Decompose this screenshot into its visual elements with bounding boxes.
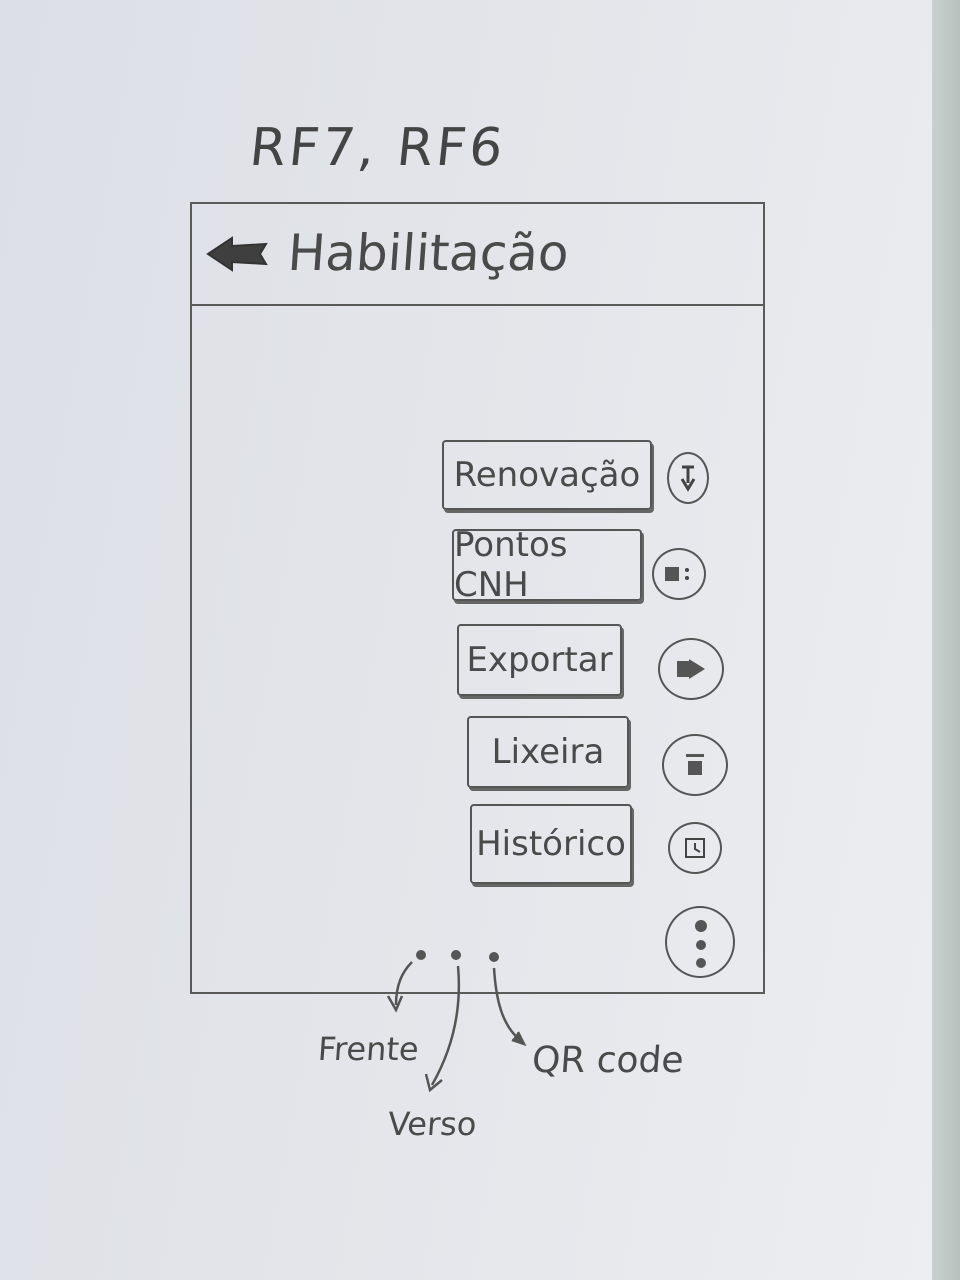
annotation-verso: Verso (386, 1105, 478, 1143)
annotation-qrcode: QR code (530, 1040, 686, 1081)
annotation-arrows (386, 961, 527, 1093)
annotation-frente: Frente (316, 1030, 421, 1068)
